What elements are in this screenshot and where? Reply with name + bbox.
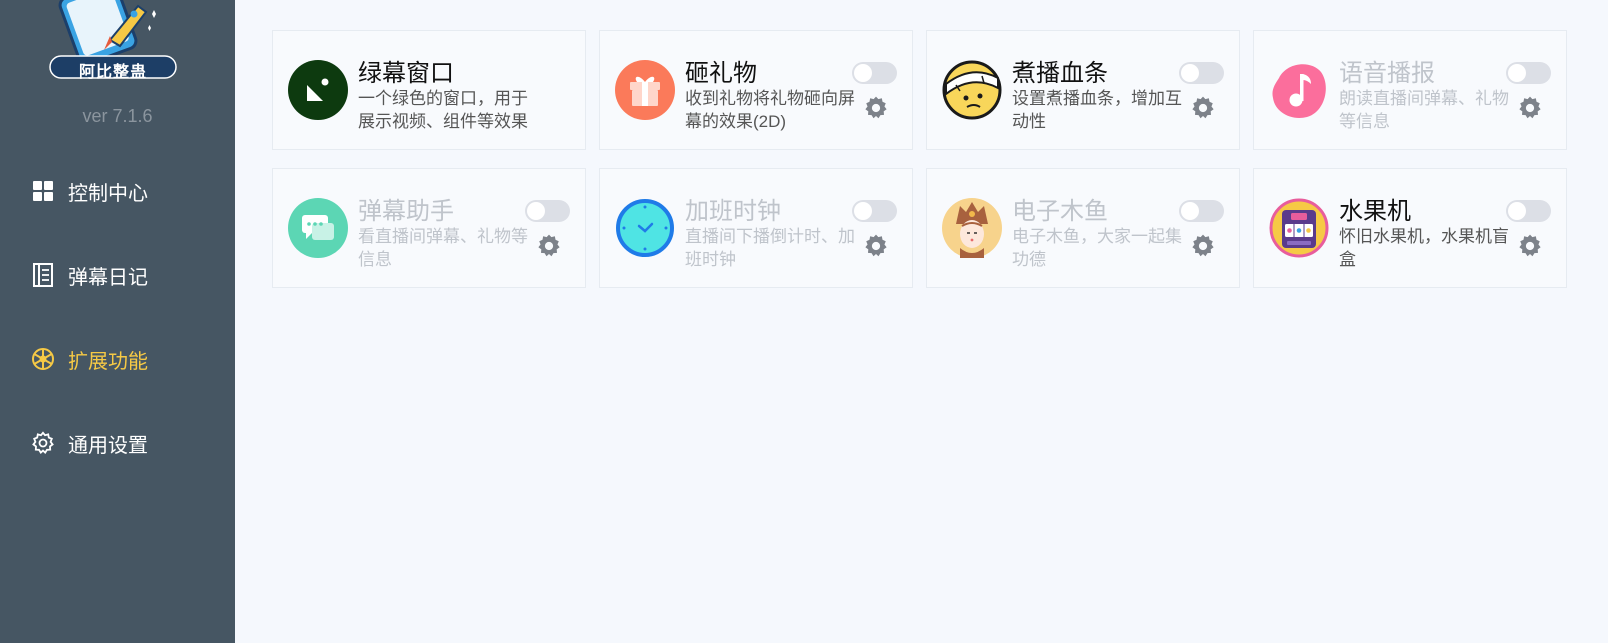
plugin-toggle[interactable] [525, 200, 570, 222]
settings-gear-icon[interactable] [1190, 233, 1216, 259]
plugin-card-fruit-machine[interactable]: 水果机 怀旧水果机，水果机盲盒 [1253, 168, 1567, 288]
plugin-title: 语音播报 [1339, 60, 1435, 87]
plugin-desc: 朗读直播间弹幕、礼物等信息 [1339, 89, 1509, 131]
logo-text: 阿比整蛊 [78, 62, 147, 81]
monk-icon [942, 198, 1002, 258]
music-note-icon [1272, 64, 1326, 118]
notebook-icon [30, 262, 56, 288]
clock-icon [616, 199, 674, 257]
sidebar: 阿比整蛊 ver 7.1.6 控制中心 弹幕日记 扩展功能 通用设置 [0, 0, 235, 643]
plugin-desc: 设置煮播血条，增加互动性 [1012, 89, 1182, 131]
toggle-knob [527, 202, 545, 220]
plugin-card-wooden-fish[interactable]: 电子木鱼 电子木鱼，大家一起集功德 [926, 168, 1240, 288]
plugin-title: 煮播血条 [1012, 60, 1108, 87]
chat-bubble-icon [288, 198, 348, 258]
plugin-toggle[interactable] [1179, 200, 1224, 222]
plugin-title: 水果机 [1339, 198, 1411, 225]
plugin-toggle[interactable] [1506, 200, 1551, 222]
grid-icon [30, 178, 56, 204]
plugin-title: 砸礼物 [685, 60, 757, 87]
plugin-title: 绿幕窗口 [358, 60, 454, 87]
green-screen-icon [288, 60, 348, 120]
nav-label: 控制中心 [68, 182, 148, 205]
nav-label: 扩展功能 [68, 350, 148, 373]
nav-item-extensions[interactable]: 扩展功能 [30, 343, 230, 375]
nav-item-general-settings[interactable]: 通用设置 [30, 427, 230, 459]
plugin-desc: 怀旧水果机，水果机盲盒 [1339, 227, 1509, 269]
plugin-toggle[interactable] [1506, 62, 1551, 84]
wheel-icon [30, 346, 56, 372]
settings-gear-icon[interactable] [1517, 95, 1543, 121]
toggle-knob [1508, 202, 1526, 220]
plugin-card-voice-broadcast[interactable]: 语音播报 朗读直播间弹幕、礼物等信息 [1253, 30, 1567, 150]
slot-machine-icon [1269, 198, 1329, 258]
toggle-knob [1508, 64, 1526, 82]
plugin-card-health-bar[interactable]: 煮播血条 设置煮播血条，增加互动性 [926, 30, 1240, 150]
plugin-desc: 收到礼物将礼物砸向屏幕的效果(2D) [685, 89, 855, 131]
gift-icon [615, 60, 675, 120]
main-content: 绿幕窗口 一个绿色的窗口，用于展示视频、组件等效果 砸礼物 收到礼物将礼物砸向屏… [235, 0, 1608, 643]
gear-icon [30, 430, 56, 456]
plugin-desc: 看直播间弹幕、礼物等信息 [358, 227, 528, 269]
toggle-knob [854, 64, 872, 82]
bandaged-face-icon [942, 60, 1002, 120]
plugin-desc: 一个绿色的窗口，用于展示视频、组件等效果 [358, 89, 528, 131]
plugin-card-throw-gift[interactable]: 砸礼物 收到礼物将礼物砸向屏幕的效果(2D) [599, 30, 913, 150]
plugin-toggle[interactable] [1179, 62, 1224, 84]
nav-item-danmaku-diary[interactable]: 弹幕日记 [30, 259, 230, 291]
version-label: ver 7.1.6 [82, 106, 153, 126]
nav-label: 通用设置 [68, 434, 148, 457]
plugin-title: 加班时钟 [685, 198, 781, 225]
settings-gear-icon[interactable] [1517, 233, 1543, 259]
plugin-card-overtime-clock[interactable]: 加班时钟 直播间下播倒计时、加班时钟 [599, 168, 913, 288]
plugin-toggle[interactable] [852, 62, 897, 84]
plugin-toggle[interactable] [852, 200, 897, 222]
nav-label: 弹幕日记 [68, 266, 148, 289]
plugin-desc: 电子木鱼，大家一起集功德 [1012, 227, 1182, 269]
plugin-card-green-screen[interactable]: 绿幕窗口 一个绿色的窗口，用于展示视频、组件等效果 [272, 30, 586, 150]
nav-item-control-center[interactable]: 控制中心 [30, 175, 230, 207]
toggle-knob [854, 202, 872, 220]
settings-gear-icon[interactable] [863, 95, 889, 121]
plugin-desc: 直播间下播倒计时、加班时钟 [685, 227, 855, 269]
plugin-card-danmaku-assistant[interactable]: 弹幕助手 看直播间弹幕、礼物等信息 [272, 168, 586, 288]
toggle-knob [1181, 64, 1199, 82]
plugin-title: 电子木鱼 [1012, 198, 1108, 225]
plugin-title: 弹幕助手 [358, 198, 454, 225]
settings-gear-icon[interactable] [1190, 95, 1216, 121]
settings-gear-icon[interactable] [536, 233, 562, 259]
settings-gear-icon[interactable] [863, 233, 889, 259]
toggle-knob [1181, 202, 1199, 220]
